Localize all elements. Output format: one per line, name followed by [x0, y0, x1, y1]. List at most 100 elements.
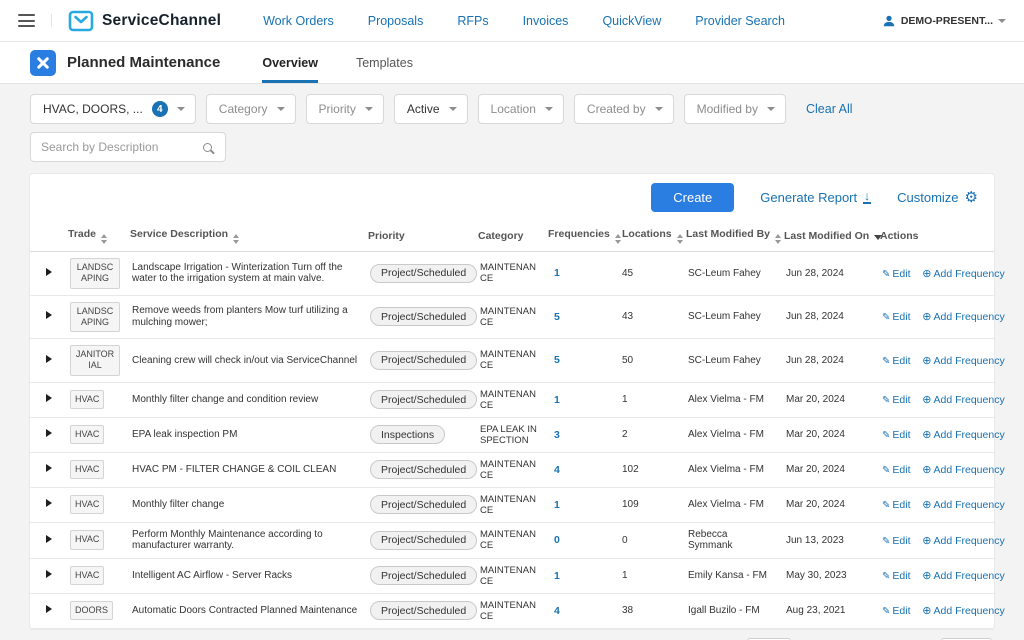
- column-header[interactable]: Locations: [618, 221, 682, 252]
- top-nav-link[interactable]: RFPs: [457, 14, 488, 28]
- customize-link[interactable]: Customize ⚙: [897, 190, 978, 205]
- create-button[interactable]: Create: [651, 183, 734, 212]
- add-frequency-link[interactable]: ⊕Add Frequency: [922, 535, 1004, 547]
- column-header[interactable]: Last Modified On: [780, 221, 876, 252]
- frequencies-link[interactable]: 0: [550, 534, 560, 546]
- subheader-left: Planned Maintenance: [30, 42, 220, 83]
- add-frequency-link[interactable]: ⊕Add Frequency: [922, 605, 1004, 617]
- cell-trade: DOORS: [64, 593, 126, 628]
- plus-circle-icon: ⊕: [922, 605, 931, 617]
- edit-link[interactable]: ✎Edit: [882, 268, 910, 280]
- table-body: LANDSCAPING Landscape Irrigation - Winte…: [30, 252, 994, 629]
- frequencies-link[interactable]: 4: [550, 605, 560, 617]
- generate-report-link[interactable]: Generate Report ↓: [760, 190, 871, 205]
- filter-dropdown[interactable]: Created by: [574, 94, 674, 124]
- add-frequency-link[interactable]: ⊕Add Frequency: [922, 429, 1004, 441]
- expand-row-icon[interactable]: [46, 429, 52, 437]
- user-icon: [882, 14, 896, 28]
- edit-link[interactable]: ✎Edit: [882, 311, 910, 323]
- expand-row-icon[interactable]: [46, 394, 52, 402]
- column-header[interactable]: Category: [474, 221, 544, 252]
- frequencies-link[interactable]: 5: [550, 311, 560, 323]
- search-input[interactable]: [41, 140, 203, 154]
- edit-link[interactable]: ✎Edit: [882, 355, 910, 367]
- cell-description: Landscape Irrigation - Winterization Tur…: [126, 252, 364, 296]
- add-frequency-link[interactable]: ⊕Add Frequency: [922, 464, 1004, 476]
- frequencies-link[interactable]: 5: [550, 354, 560, 366]
- cell-description: Automatic Doors Contracted Planned Maint…: [126, 593, 364, 628]
- edit-link[interactable]: ✎Edit: [882, 570, 910, 582]
- add-frequency-link[interactable]: ⊕Add Frequency: [922, 570, 1004, 582]
- cell-category: MAINTENANCE: [474, 295, 544, 339]
- expand-row-icon[interactable]: [46, 355, 52, 363]
- top-nav-link[interactable]: Proposals: [368, 14, 424, 28]
- edit-link[interactable]: ✎Edit: [882, 464, 910, 476]
- clear-all-link[interactable]: Clear All: [806, 102, 853, 116]
- column-header[interactable]: [30, 221, 64, 252]
- cell-description: Intelligent AC Airflow - Server Racks: [126, 558, 364, 593]
- frequencies-link[interactable]: 1: [550, 499, 560, 511]
- search-icon: [203, 143, 212, 152]
- edit-link[interactable]: ✎Edit: [882, 535, 910, 547]
- column-header[interactable]: Last Modified By: [682, 221, 780, 252]
- add-frequency-link[interactable]: ⊕Add Frequency: [922, 355, 1004, 367]
- pencil-icon: ✎: [882, 500, 890, 511]
- column-header[interactable]: Trade: [64, 221, 126, 252]
- add-frequency-link[interactable]: ⊕Add Frequency: [922, 499, 1004, 511]
- user-menu[interactable]: DEMO-PRESENT...: [882, 14, 1006, 28]
- column-header[interactable]: Actions: [876, 221, 994, 252]
- column-header[interactable]: Service Description: [126, 221, 364, 252]
- add-frequency-link[interactable]: ⊕Add Frequency: [922, 311, 1004, 323]
- frequencies-link[interactable]: 1: [550, 570, 560, 582]
- frequencies-link[interactable]: 1: [550, 267, 560, 279]
- cell-category: MAINTENANCE: [474, 382, 544, 417]
- sort-icon: [101, 234, 107, 244]
- table-header-row: Trade Service Description Priority Categ…: [30, 221, 994, 252]
- add-frequency-link[interactable]: ⊕Add Frequency: [922, 394, 1004, 406]
- cell-expand: [30, 382, 64, 417]
- add-frequency-link[interactable]: ⊕Add Frequency: [922, 268, 1004, 280]
- cell-priority: Project/Scheduled: [364, 252, 474, 296]
- tab[interactable]: Templates: [356, 42, 413, 83]
- plus-circle-icon: ⊕: [922, 355, 931, 367]
- filter-dropdown[interactable]: Category: [206, 94, 296, 124]
- chevron-down-icon: [277, 107, 285, 111]
- edit-link[interactable]: ✎Edit: [882, 499, 910, 511]
- top-nav-link[interactable]: Provider Search: [695, 14, 785, 28]
- edit-link[interactable]: ✎Edit: [882, 394, 910, 406]
- trade-filter-dropdown[interactable]: HVAC, DOORS, ... 4: [30, 94, 196, 124]
- cell-trade: HVAC: [64, 522, 126, 558]
- subheader: Planned Maintenance Overview Templates: [0, 42, 1024, 84]
- frequencies-link[interactable]: 3: [550, 429, 560, 441]
- top-nav-link[interactable]: Invoices: [523, 14, 569, 28]
- brand-logo[interactable]: ServiceChannel: [68, 10, 221, 32]
- expand-row-icon[interactable]: [46, 535, 52, 543]
- edit-link[interactable]: ✎Edit: [882, 605, 910, 617]
- filter-dropdown[interactable]: Modified by: [684, 94, 786, 124]
- filter-dropdown[interactable]: Active: [394, 94, 468, 124]
- tab[interactable]: Overview: [262, 42, 318, 83]
- top-nav-link[interactable]: Work Orders: [263, 14, 334, 28]
- trade-badge: HVAC: [70, 530, 104, 549]
- cell-locations: 102: [618, 452, 682, 487]
- filter-dropdown[interactable]: Location: [478, 94, 564, 124]
- trade-badge: JANITORIAL: [70, 345, 120, 376]
- filter-dropdown[interactable]: Priority: [306, 94, 384, 124]
- cell-priority: Project/Scheduled: [364, 382, 474, 417]
- top-nav-link[interactable]: QuickView: [602, 14, 661, 28]
- cell-expand: [30, 252, 64, 296]
- expand-row-icon[interactable]: [46, 464, 52, 472]
- expand-row-icon[interactable]: [46, 311, 52, 319]
- frequencies-link[interactable]: 4: [550, 464, 560, 476]
- frequencies-link[interactable]: 1: [550, 394, 560, 406]
- cell-actions: ✎Edit ⊕Add Frequency: [876, 593, 994, 628]
- column-header[interactable]: Priority: [364, 221, 474, 252]
- expand-row-icon[interactable]: [46, 570, 52, 578]
- expand-row-icon[interactable]: [46, 605, 52, 613]
- edit-link[interactable]: ✎Edit: [882, 429, 910, 441]
- column-header[interactable]: Frequencies: [544, 221, 618, 252]
- expand-row-icon[interactable]: [46, 499, 52, 507]
- hamburger-menu-icon[interactable]: [18, 14, 52, 27]
- expand-row-icon[interactable]: [46, 268, 52, 276]
- chevron-down-icon: [449, 107, 457, 111]
